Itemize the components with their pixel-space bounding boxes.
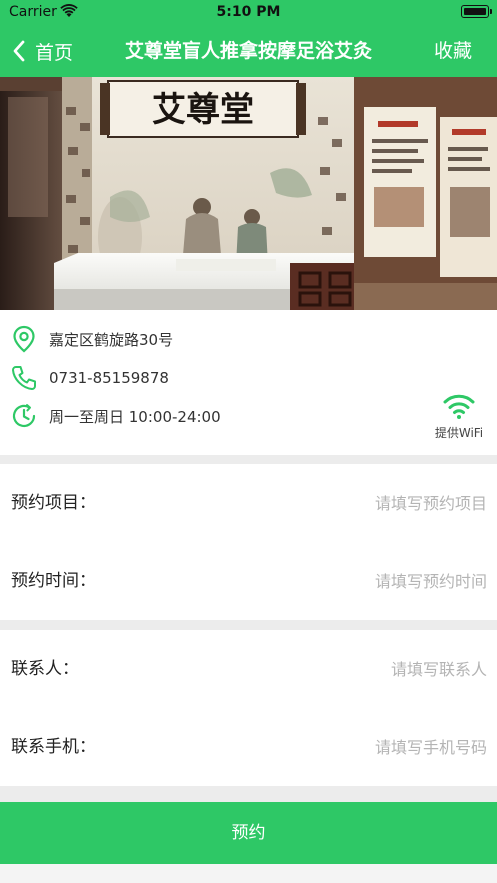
- service-input[interactable]: [227, 488, 487, 518]
- battery-level: [464, 8, 486, 15]
- shop-photo: 艾尊堂: [0, 77, 497, 310]
- address-text: 嘉定区鹤旋路30号: [49, 330, 174, 349]
- favorite-button[interactable]: 收藏: [434, 36, 472, 66]
- hours-text: 周一至周日 10:00-24:00: [49, 407, 221, 426]
- book-button[interactable]: 预约: [0, 802, 497, 864]
- shop-sign-text: 艾尊堂: [152, 90, 254, 130]
- form-row-service: 预约项目：: [0, 464, 497, 542]
- contact-label: 联系人：: [11, 659, 79, 679]
- hours-row: 周一至周日 10:00-24:00: [10, 401, 221, 431]
- phone-text: 0731-85159878: [49, 369, 169, 387]
- app-screen: Carrier 5:10 PM 首页 艾尊堂盲人推拿按摩足浴艾灸 收藏 艾尊堂 …: [0, 0, 497, 883]
- time-label: 预约时间：: [11, 571, 96, 591]
- wifi-icon: [443, 394, 475, 419]
- status-time: 5:10 PM: [216, 4, 281, 20]
- bottom-safe-area: [0, 864, 497, 883]
- address-row[interactable]: 嘉定区鹤旋路30号: [10, 324, 173, 354]
- page-title: 艾尊堂盲人推拿按摩足浴艾灸: [124, 40, 372, 62]
- clock-icon: [12, 404, 36, 428]
- form-row-contact: 联系人：: [0, 630, 497, 708]
- status-bar: Carrier 5:10 PM: [0, 0, 497, 26]
- chevron-left-icon: [13, 40, 25, 62]
- mobile-label: 联系手机：: [11, 737, 96, 757]
- form-row-mobile: 联系手机：: [0, 708, 497, 786]
- top-bar: Carrier 5:10 PM 首页 艾尊堂盲人推拿按摩足浴艾灸 收藏: [0, 0, 497, 77]
- back-label: 首页: [35, 41, 74, 64]
- navigation-bar: 首页 艾尊堂盲人推拿按摩足浴艾灸 收藏: [0, 26, 497, 77]
- wifi-label: 提供WiFi: [434, 426, 484, 440]
- contact-input[interactable]: [227, 654, 487, 684]
- shop-info-card: 嘉定区鹤旋路30号 0731-85159878 周一至周日 10:00-24:0…: [0, 310, 497, 455]
- back-button[interactable]: 首页: [12, 36, 73, 66]
- wifi-badge: 提供WiFi: [431, 392, 487, 444]
- shop-interior-image: 艾尊堂: [0, 77, 497, 310]
- mobile-input[interactable]: [227, 732, 487, 762]
- time-input[interactable]: [227, 566, 487, 596]
- service-label: 预约项目：: [11, 493, 96, 513]
- booking-form: 预约项目： 预约时间：: [0, 464, 497, 620]
- phone-row[interactable]: 0731-85159878: [10, 363, 169, 393]
- form-row-time: 预约时间：: [0, 542, 497, 620]
- battery-icon: [461, 5, 492, 18]
- phone-icon: [12, 366, 36, 390]
- location-pin-icon: [13, 325, 35, 353]
- contact-form: 联系人： 联系手机：: [0, 630, 497, 786]
